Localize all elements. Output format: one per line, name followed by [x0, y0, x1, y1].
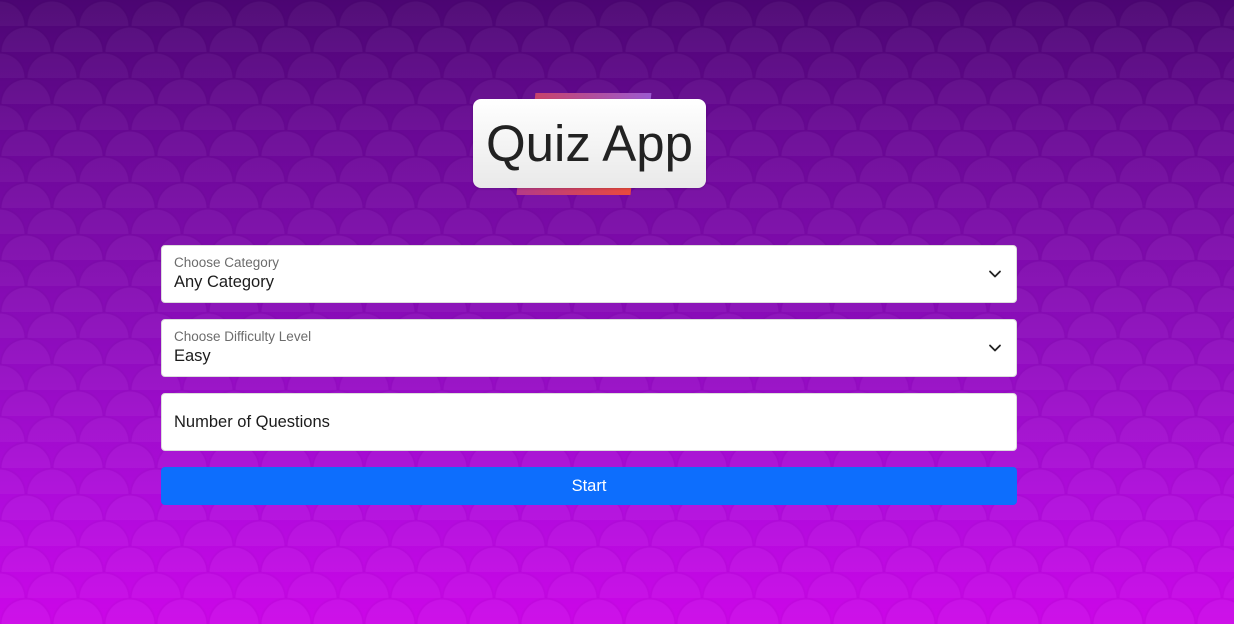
difficulty-select-value: Easy: [174, 347, 211, 365]
quiz-setup-form: Choose Category Any Category Choose Diff…: [161, 245, 1017, 505]
category-select-label: Choose Category: [174, 255, 280, 270]
category-select-value: Any Category: [174, 273, 274, 291]
chevron-down-icon: [989, 344, 1001, 352]
start-button[interactable]: Start: [161, 467, 1017, 505]
difficulty-select-label: Choose Difficulty Level: [174, 329, 312, 344]
difficulty-select[interactable]: Choose Difficulty Level Easy: [161, 319, 1017, 377]
logo-card: Quiz App: [473, 99, 706, 188]
questions-field: [161, 393, 1017, 451]
page-background: Quiz App Choose Category Any Category Ch…: [0, 0, 1234, 624]
app-logo: Quiz App: [473, 93, 706, 195]
number-of-questions-input[interactable]: [162, 394, 1016, 450]
category-select[interactable]: Choose Category Any Category: [161, 245, 1017, 303]
chevron-down-icon: [989, 270, 1001, 278]
app-title: Quiz App: [486, 115, 693, 172]
